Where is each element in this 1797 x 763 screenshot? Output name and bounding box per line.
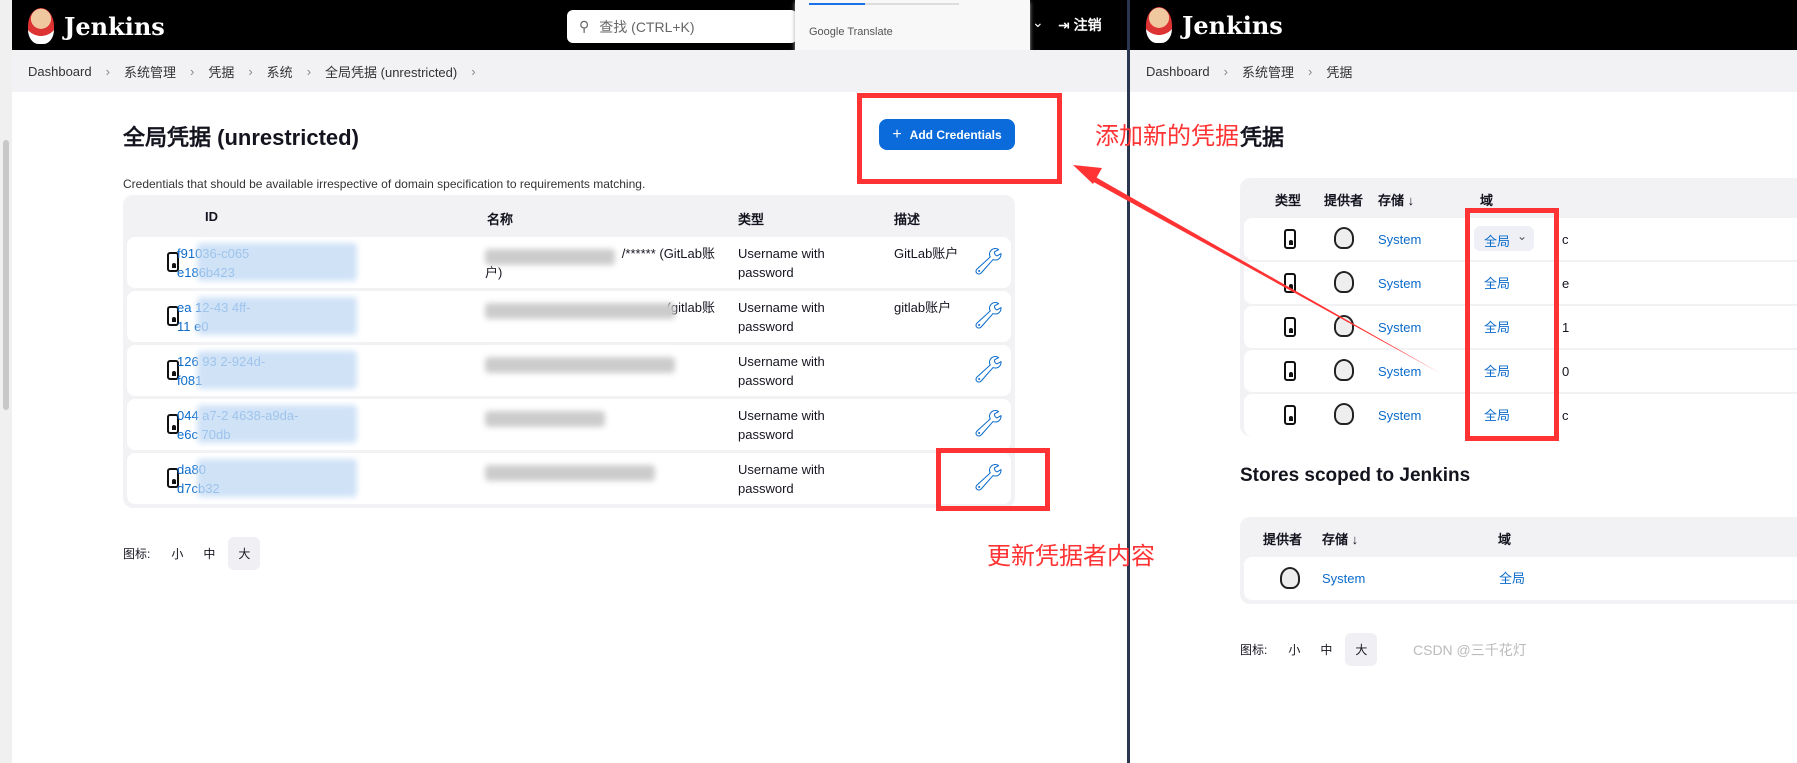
arrow-shaft [1090,175,1440,373]
annotation-arrow [1073,165,1440,373]
